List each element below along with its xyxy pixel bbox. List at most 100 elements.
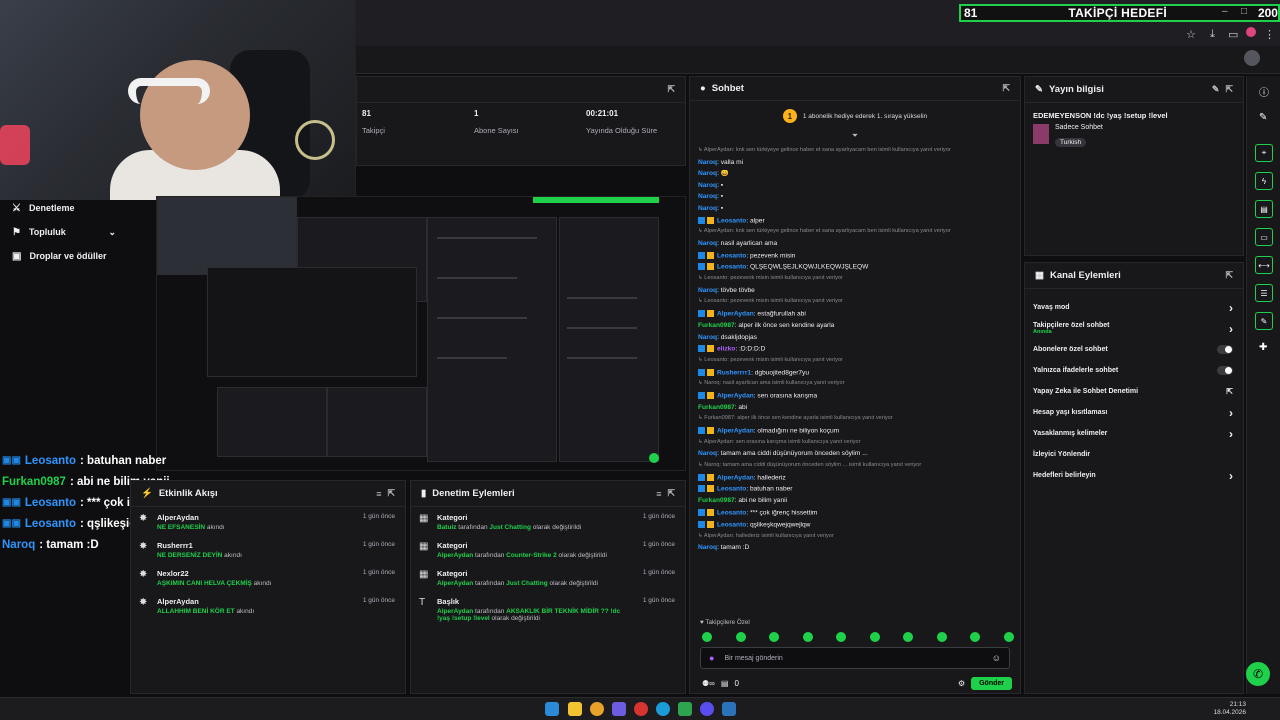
popout-icon[interactable]: ⇱ bbox=[667, 488, 675, 499]
chat-message[interactable]: AlperAydan: hallederiz bbox=[698, 473, 1016, 482]
chat-username[interactable]: AlperAydan bbox=[717, 310, 754, 317]
channel-action-item[interactable]: Yapay Zeka ile Sohbet Denetimi ⇱ bbox=[1025, 381, 1243, 402]
chat-message[interactable]: Furkan0987: alper ilk önce sen kendine a… bbox=[698, 322, 1016, 330]
support-chat-button[interactable]: ✆ bbox=[1246, 662, 1270, 686]
gift-sub-banner[interactable]: 1 1 abonelik hediye ederek 1. sıraya yük… bbox=[690, 101, 1020, 131]
mod-action-item[interactable]: ▦ Kategori AlperAydan tarafından Counter-S… bbox=[411, 535, 685, 563]
emote-icon[interactable] bbox=[802, 632, 813, 642]
tool-wrench-icon[interactable]: ✎ bbox=[1255, 312, 1273, 330]
chat-message[interactable]: Leosanto: alper bbox=[698, 216, 1016, 225]
chat-username[interactable]: Leosanto bbox=[717, 217, 746, 224]
extensions-icon[interactable]: ▭ bbox=[1228, 28, 1238, 41]
channel-action-item[interactable]: Takipçilere özel sohbet Anında › bbox=[1025, 318, 1243, 339]
chat-message[interactable]: Furkan0987: abi ne bilim yanii bbox=[698, 497, 1016, 505]
chat-username[interactable]: Naroq bbox=[698, 205, 717, 212]
pencil-icon[interactable]: ✎ bbox=[1259, 112, 1267, 123]
chat-username[interactable]: Naroq bbox=[698, 159, 717, 166]
chat-input[interactable]: ● Bir mesaj gönderin ☺ bbox=[700, 647, 1010, 669]
file-explorer-icon[interactable] bbox=[568, 702, 582, 716]
info-icon[interactable]: ⓘ bbox=[1259, 84, 1269, 99]
sidebar-item-drops[interactable]: ▣ Droplar ve ödüller bbox=[0, 244, 130, 268]
profile-avatar[interactable] bbox=[1246, 27, 1256, 37]
chat-message[interactable]: Leosanto: batuhan naber bbox=[698, 485, 1016, 493]
emote-icon[interactable] bbox=[936, 632, 947, 642]
filter-icon[interactable]: ≡ bbox=[656, 489, 661, 499]
chat-message[interactable]: Naroq: valla mi bbox=[698, 159, 1016, 167]
chat-username[interactable]: Naroq bbox=[698, 450, 717, 457]
channel-action-item[interactable]: Abonelere özel sohbet bbox=[1025, 339, 1243, 360]
mod-action-item[interactable]: ▦ Kategori Batuiz tarafından Just Chatting… bbox=[411, 507, 685, 535]
activity-item[interactable]: ✸ AlperAydan ALLAHHIM BENİ KÖR ET akındı 1 … bbox=[131, 591, 405, 619]
channel-action-item[interactable]: İzleyici Yönlendir bbox=[1025, 444, 1243, 465]
chat-message[interactable]: Naroq: ▪ bbox=[698, 193, 1016, 201]
chrome-icon[interactable] bbox=[590, 702, 604, 716]
mod-action-item[interactable]: ▦ Kategori AlperAydan tarafından Just Chat… bbox=[411, 563, 685, 591]
chat-username[interactable]: AlperAydan bbox=[717, 392, 754, 399]
activity-item[interactable]: ✸ Rusherrr1 NE DERSENİZ DEYİN akındı 1 gün … bbox=[131, 535, 405, 563]
chat-username[interactable]: Naroq bbox=[698, 544, 717, 551]
obs-icon[interactable] bbox=[700, 702, 714, 716]
chat-message[interactable]: Naroq: tövbe tövbe bbox=[698, 287, 1016, 295]
chat-username[interactable]: Naroq bbox=[698, 193, 717, 200]
chat-message[interactable]: Rusherrrr1: dgbuojited8ger7yu bbox=[698, 368, 1016, 377]
chat-username[interactable]: Naroq bbox=[698, 170, 717, 177]
chat-username[interactable]: Naroq bbox=[698, 182, 717, 189]
chat-username[interactable]: Leosanto bbox=[717, 264, 746, 271]
emote-icon[interactable] bbox=[735, 632, 746, 642]
chat-username[interactable]: elizko bbox=[717, 345, 735, 352]
chat-username[interactable]: Naroq bbox=[698, 240, 717, 247]
activity-item[interactable]: ✸ Nexlor22 AŞKIMIN CANI HELVA ÇEKMİŞ akınd… bbox=[131, 563, 405, 591]
add-widget-icon[interactable]: ✚ bbox=[1259, 342, 1267, 353]
chat-username[interactable]: Leosanto bbox=[717, 486, 746, 493]
chat-message[interactable]: Furkan0987: abi bbox=[698, 404, 1016, 412]
restore-icon[interactable]: □ bbox=[1241, 6, 1247, 17]
tool-list-icon[interactable]: ☰ bbox=[1255, 284, 1273, 302]
app-icon[interactable] bbox=[612, 702, 626, 716]
popout-icon[interactable]: ⇱ bbox=[1002, 83, 1010, 94]
popout-icon[interactable]: ⇱ bbox=[1225, 84, 1233, 95]
chat-message[interactable]: Naroq: 😄 bbox=[698, 170, 1016, 178]
chat-username[interactable]: Rusherrrr1 bbox=[717, 369, 751, 376]
bookmark-star-icon[interactable]: ☆ bbox=[1186, 28, 1196, 41]
filter-icon[interactable]: ≡ bbox=[376, 489, 381, 499]
activity-item[interactable]: ✸ AlperAydan NE EFSANESİN akındı 1 gün önce bbox=[131, 507, 405, 535]
chat-message[interactable]: elizko: :D:D:D:D bbox=[698, 345, 1016, 353]
chat-message[interactable]: Naroq: dsakljdopjas bbox=[698, 334, 1016, 342]
edit-icon[interactable]: ✎ bbox=[1212, 84, 1220, 95]
emoji-icon[interactable]: ☺ bbox=[992, 653, 1001, 663]
emote-icon[interactable] bbox=[836, 632, 847, 642]
chat-message[interactable]: Leosanto: qşlikeşkqwejqwejlqw bbox=[698, 520, 1016, 529]
channel-action-item[interactable]: Hesap yaşı kısıtlaması › bbox=[1025, 402, 1243, 423]
chat-username[interactable]: Furkan0987 bbox=[698, 322, 735, 329]
chat-username[interactable]: Leosanto bbox=[717, 252, 746, 259]
tool-target-icon[interactable]: ⌖ bbox=[1255, 144, 1273, 162]
tool-doc-icon[interactable]: ▤ bbox=[1255, 200, 1273, 218]
popout-icon[interactable]: ⇱ bbox=[387, 488, 395, 499]
app2-icon[interactable] bbox=[678, 702, 692, 716]
send-button[interactable]: Gönder bbox=[971, 676, 1012, 690]
channel-action-item[interactable]: Hedefleri belirleyin › bbox=[1025, 465, 1243, 486]
chat-username[interactable]: Naroq bbox=[698, 287, 717, 294]
emote-icon[interactable] bbox=[970, 632, 981, 642]
chat-username[interactable]: AlperAydan bbox=[717, 474, 754, 481]
minimize-icon[interactable]: – bbox=[1222, 6, 1228, 17]
user-avatar[interactable] bbox=[1244, 50, 1260, 66]
chat-message[interactable]: Naroq: nasil ayarlican ama bbox=[698, 240, 1016, 248]
chat-username[interactable]: Leosanto bbox=[717, 521, 746, 528]
toggle-switch[interactable] bbox=[1217, 366, 1233, 375]
sidebar-item-moderation[interactable]: ⚔ Denetleme bbox=[0, 196, 130, 220]
settings-gear-icon[interactable]: ⚙ bbox=[958, 679, 965, 688]
emote-icon[interactable] bbox=[769, 632, 780, 642]
chat-message[interactable]: AlperAydan: sen orasına karışma bbox=[698, 391, 1016, 400]
menu-dots-icon[interactable]: ⋮ bbox=[1264, 28, 1275, 41]
emote-icon[interactable] bbox=[903, 632, 914, 642]
tool-bolt-icon[interactable]: ϟ bbox=[1255, 172, 1273, 190]
steam-icon[interactable] bbox=[722, 702, 736, 716]
channel-action-item[interactable]: Yalnızca ifadelerle sohbet bbox=[1025, 360, 1243, 381]
chat-message[interactable]: Naroq: ▪ bbox=[698, 205, 1016, 213]
mod-action-item[interactable]: T Başlık AlperAydan tarafından AKSAKLIK Bİ… bbox=[411, 591, 685, 626]
chat-username[interactable]: Furkan0987 bbox=[698, 497, 735, 504]
emote-icon[interactable] bbox=[869, 632, 880, 642]
emote-icon[interactable] bbox=[702, 632, 712, 642]
toggle-switch[interactable] bbox=[1217, 345, 1233, 354]
